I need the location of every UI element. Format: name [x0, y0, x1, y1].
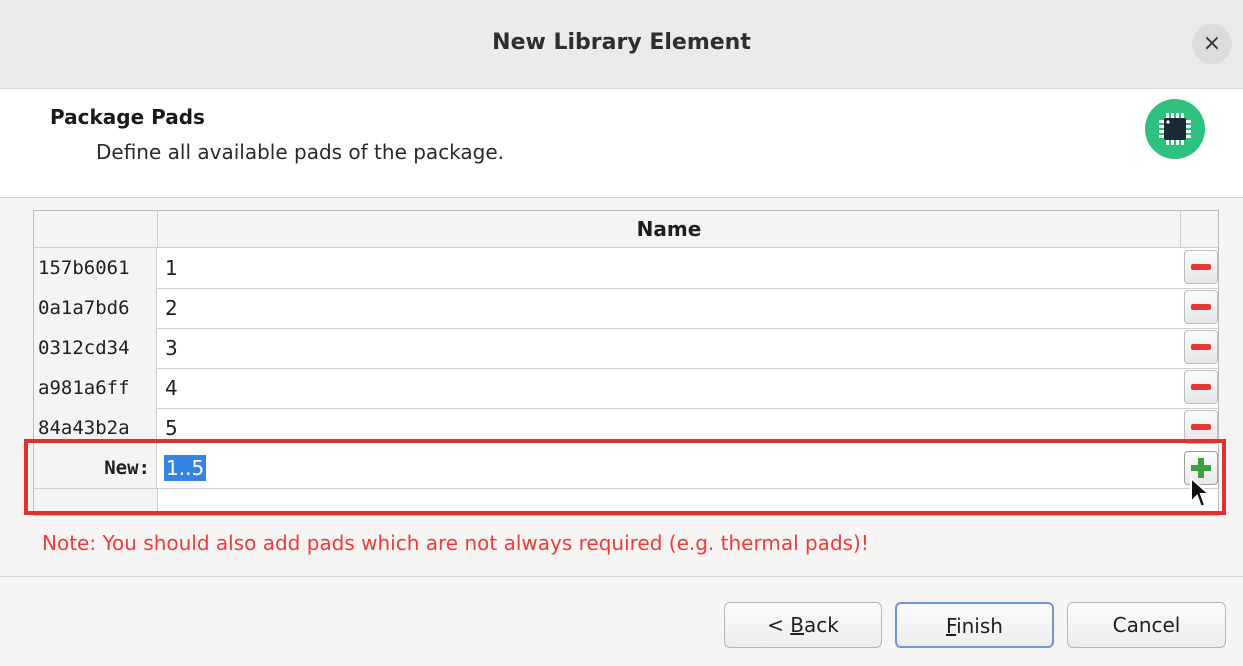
remove-pad-button[interactable]: [1184, 290, 1218, 324]
pad-id: a981a6ff: [34, 368, 157, 408]
table-row[interactable]: a981a6ff 4: [34, 368, 1218, 409]
close-icon: ×: [1202, 31, 1222, 56]
window-title: New Library Element: [492, 30, 751, 55]
minus-icon: [1191, 424, 1211, 430]
finish-button[interactable]: Finish: [895, 602, 1054, 648]
minus-icon: [1191, 264, 1211, 270]
back-label: ack: [804, 613, 839, 637]
highlight-box: [24, 439, 1226, 515]
pad-name[interactable]: 2: [165, 288, 178, 328]
page-header: Package Pads Define all available pads o…: [0, 89, 1243, 198]
close-button[interactable]: ×: [1192, 24, 1232, 64]
mouse-cursor-icon: [1190, 476, 1211, 509]
title-bar: New Library Element ×: [0, 0, 1243, 89]
pad-name[interactable]: 1: [165, 248, 178, 288]
pad-name[interactable]: 4: [165, 368, 178, 408]
pad-id: 0312cd34: [34, 328, 157, 368]
cancel-button[interactable]: Cancel: [1067, 602, 1226, 648]
finish-mnemonic: F: [946, 614, 957, 638]
page-subheading: Define all available pads of the package…: [96, 140, 505, 164]
remove-pad-button[interactable]: [1184, 330, 1218, 364]
footer-separator: [0, 576, 1243, 577]
back-prefix: <: [767, 613, 791, 637]
minus-icon: [1191, 384, 1211, 390]
pad-name[interactable]: 3: [165, 328, 178, 368]
back-mnemonic: B: [790, 613, 804, 637]
page-heading: Package Pads: [50, 105, 205, 129]
table-header: Name: [34, 211, 1218, 248]
chip-icon: [1145, 99, 1205, 159]
back-button[interactable]: < Back: [724, 602, 882, 648]
minus-icon: [1191, 344, 1211, 350]
remove-pad-button[interactable]: [1184, 250, 1218, 284]
pad-id: 0a1a7bd6: [34, 288, 157, 328]
note-text: Note: You should also add pads which are…: [42, 531, 869, 555]
remove-pad-button[interactable]: [1184, 370, 1218, 404]
minus-icon: [1191, 304, 1211, 310]
table-row[interactable]: 157b6061 1: [34, 248, 1218, 289]
table-row[interactable]: 0a1a7bd6 2: [34, 288, 1218, 329]
table-row[interactable]: 0312cd34 3: [34, 328, 1218, 369]
column-header-name[interactable]: Name: [157, 211, 1181, 247]
finish-label: inish: [956, 614, 1003, 638]
pad-id: 157b6061: [34, 248, 157, 288]
